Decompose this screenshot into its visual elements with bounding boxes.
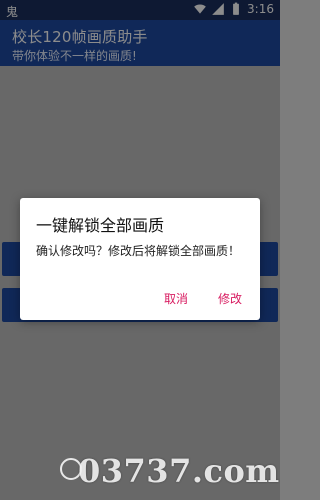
dialog-message: 确认修改吗？修改后将解锁全部画质！ bbox=[36, 244, 241, 258]
confirm-button[interactable]: 修改 bbox=[218, 290, 242, 307]
dialog-title: 一键解锁全部画质 bbox=[36, 216, 165, 235]
cancel-button[interactable]: 取消 bbox=[164, 290, 188, 307]
watermark-text: 03737.com bbox=[78, 452, 280, 490]
dialog-actions: 取消 修改 bbox=[164, 290, 242, 307]
confirm-dialog: 一键解锁全部画质 确认修改吗？修改后将解锁全部画质！ 取消 修改 bbox=[20, 198, 260, 320]
phone-screen: 鬼 3:16 校长120帧画质助手 带你体验不一样的画质! 一键解锁全部画质 确… bbox=[0, 0, 280, 500]
